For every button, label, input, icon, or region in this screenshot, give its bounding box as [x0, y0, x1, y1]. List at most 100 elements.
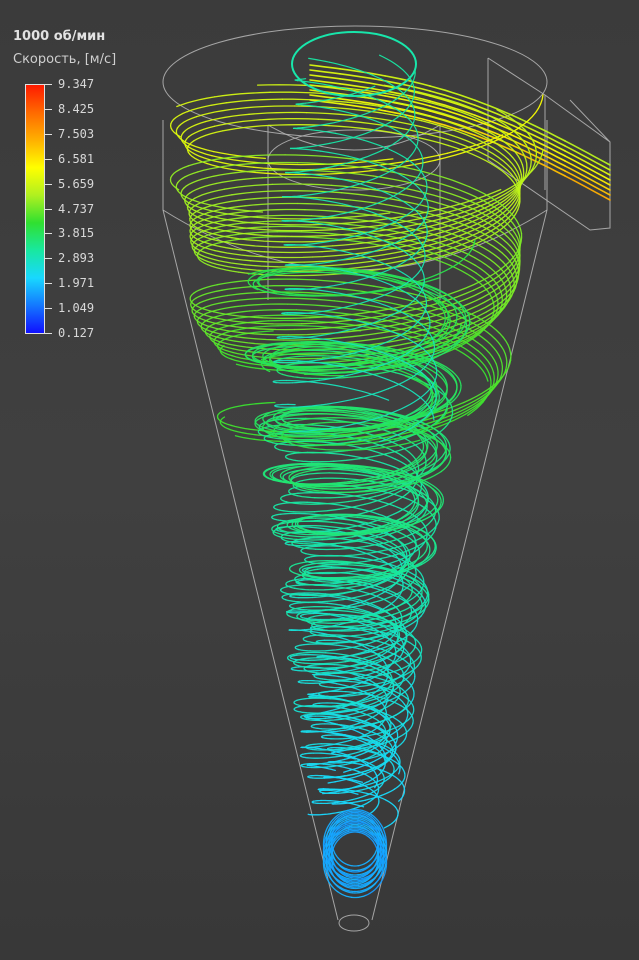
cone-streamline — [276, 523, 281, 530]
color-bar-tick — [45, 84, 52, 85]
cone-streamline — [431, 537, 436, 552]
body-streamline — [285, 272, 345, 277]
cone-streamline — [314, 715, 330, 718]
cone-streamline — [292, 669, 303, 672]
cone-streamline — [396, 738, 406, 748]
body-streamline — [186, 102, 227, 113]
cone-streamline — [426, 481, 443, 496]
cone-streamline — [312, 370, 351, 373]
cone-streamline — [280, 589, 286, 594]
cone-streamline — [305, 294, 343, 297]
cone-streamline — [273, 506, 281, 511]
cone-streamline — [405, 712, 409, 722]
bunker-streamline — [358, 822, 364, 825]
cone-streamline — [314, 496, 340, 499]
cone-streamline — [309, 697, 332, 700]
body-streamline — [249, 260, 305, 263]
cone-streamline — [317, 561, 345, 564]
cone-streamline — [316, 673, 327, 676]
cone-streamline — [312, 802, 322, 805]
core-streamline — [284, 264, 291, 266]
body-streamline — [229, 428, 260, 436]
core-streamline — [282, 335, 303, 338]
core-streamline — [380, 137, 403, 152]
cone-streamline — [329, 635, 354, 638]
cone-streamline — [281, 593, 290, 598]
cone-streamline — [316, 639, 326, 642]
cone-streamline — [304, 349, 335, 353]
body-streamline — [238, 196, 291, 201]
cone-streamline — [302, 605, 328, 609]
cone-streamline — [299, 711, 317, 714]
body-streamline — [263, 250, 323, 254]
cone-streamline — [393, 780, 404, 790]
cone-streamline — [311, 588, 338, 591]
cone-streamline — [302, 612, 315, 616]
cone-streamline — [328, 532, 362, 535]
cone-streamline — [289, 656, 297, 661]
body-streamline — [242, 326, 296, 331]
cone-streamline — [301, 765, 313, 769]
cone-streamline — [305, 717, 314, 720]
cone-streamline — [398, 768, 401, 775]
body-streamline — [287, 303, 343, 309]
cone-streamline — [311, 460, 335, 463]
cone-streamline — [380, 788, 396, 797]
color-bar-tick-label: 6.581 — [58, 151, 95, 166]
cone-streamline — [305, 630, 321, 634]
cone-streamline — [322, 811, 339, 816]
cone-streamline — [320, 802, 336, 805]
core-streamline — [280, 312, 288, 315]
cone-streamline — [327, 760, 335, 763]
cone-streamline — [287, 614, 302, 620]
body-streamline — [250, 169, 311, 172]
cone-streamline — [300, 615, 308, 620]
cone-streamline — [290, 596, 300, 599]
cone-streamline — [310, 413, 351, 416]
core-streamline — [273, 379, 288, 382]
cone-streamline — [329, 503, 356, 509]
body-streamline — [261, 176, 322, 179]
cone-streamline — [313, 675, 324, 680]
cone-streamline — [312, 621, 338, 624]
color-bar — [25, 84, 45, 334]
core-streamline — [289, 264, 307, 266]
body-streamline — [496, 359, 512, 384]
core-streamline — [308, 57, 330, 63]
cone-streamline — [293, 541, 316, 545]
cone-streamline — [283, 355, 304, 359]
bunker-streamline — [347, 864, 360, 867]
cone-streamline — [252, 281, 256, 288]
cone-streamline — [328, 646, 352, 652]
body-streamline — [197, 163, 241, 173]
cone-streamline — [279, 509, 295, 513]
cone-streamline — [297, 492, 319, 494]
color-bar-tick — [45, 283, 52, 285]
cone-streamline — [311, 584, 337, 587]
cone-streamline — [332, 680, 352, 683]
cone-streamline — [271, 526, 276, 533]
body-streamline — [258, 278, 315, 281]
cone-streamline — [313, 723, 326, 726]
inlet-streamline — [564, 140, 611, 166]
cone-streamline — [371, 459, 395, 468]
cone-streamline — [340, 552, 368, 557]
body-streamline — [498, 354, 504, 379]
cone-streamline — [296, 495, 316, 499]
core-streamline — [333, 315, 368, 324]
bunker-streamline — [350, 894, 367, 899]
cone-streamline — [383, 822, 393, 829]
body-streamline — [213, 91, 271, 98]
cone-streamline — [306, 679, 321, 682]
body-streamline — [237, 232, 293, 238]
body-streamline — [198, 294, 229, 304]
cone-streamline — [385, 533, 405, 546]
color-bar-tick-label: 7.503 — [58, 126, 95, 141]
cone-streamline — [302, 421, 338, 426]
body-streamline — [206, 170, 252, 179]
bunker-streamline — [348, 870, 361, 873]
cone-streamline — [385, 597, 398, 608]
cone-streamline — [401, 578, 404, 590]
color-bar-tick — [45, 333, 52, 334]
cone-streamline — [319, 684, 328, 688]
